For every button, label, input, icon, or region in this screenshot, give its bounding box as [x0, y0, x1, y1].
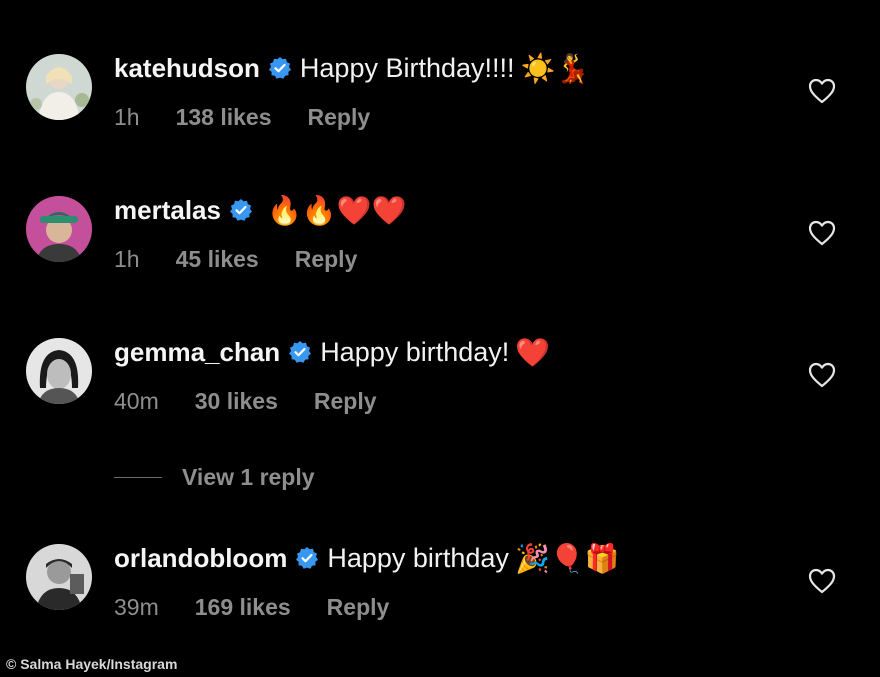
like-heart-icon[interactable]: [808, 568, 836, 594]
reply-button[interactable]: Reply: [295, 246, 358, 273]
comment-meta: 39m 169 likes Reply: [114, 594, 389, 621]
like-heart-icon[interactable]: [808, 362, 836, 388]
avatar[interactable]: [26, 54, 92, 120]
comment-time: 1h: [114, 246, 140, 272]
like-heart-icon[interactable]: [808, 78, 836, 104]
username[interactable]: orlandobloom: [114, 543, 287, 574]
verified-badge-icon: [268, 56, 292, 80]
username[interactable]: mertalas: [114, 195, 221, 226]
comment-emojis: ❤️: [515, 335, 551, 369]
photo-credit: © Salma Hayek/Instagram: [6, 656, 178, 672]
comment-time: 39m: [114, 594, 159, 620]
comment-time: 1h: [114, 104, 140, 130]
comment-item: orlandobloom Happy birthday 🎉🎈🎁 39m 169 …: [0, 536, 880, 656]
reply-button[interactable]: Reply: [327, 594, 390, 621]
comment-header: orlandobloom Happy birthday 🎉🎈🎁: [114, 538, 620, 578]
comment-emojis: 🎉🎈🎁: [514, 541, 620, 575]
comment-item: katehudson Happy Birthday!!!! ☀️💃 1h 138…: [0, 46, 880, 166]
avatar[interactable]: [26, 338, 92, 404]
reply-button[interactable]: Reply: [308, 104, 371, 131]
comment-header: mertalas 🔥🔥❤️❤️: [114, 190, 406, 230]
comment-text: Happy birthday!: [320, 336, 510, 367]
comment-text: Happy Birthday!!!!: [299, 52, 515, 83]
comment-emojis: ☀️💃: [520, 51, 591, 85]
comment-item: gemma_chan Happy birthday! ❤️ 40m 30 lik…: [0, 330, 880, 450]
username[interactable]: gemma_chan: [114, 337, 280, 368]
comment-header: katehudson Happy Birthday!!!! ☀️💃: [114, 48, 590, 88]
username[interactable]: katehudson: [114, 53, 260, 84]
like-heart-icon[interactable]: [808, 220, 836, 246]
comment-emojis: 🔥🔥❤️❤️: [266, 193, 407, 227]
verified-badge-icon: [295, 546, 319, 570]
likes-count[interactable]: 138 likes: [176, 104, 272, 131]
comment-meta: 1h 138 likes Reply: [114, 104, 370, 131]
verified-badge-icon: [288, 340, 312, 364]
reply-button[interactable]: Reply: [314, 388, 377, 415]
view-replies-button[interactable]: View 1 reply: [114, 464, 315, 491]
comment-header: gemma_chan Happy birthday! ❤️: [114, 332, 550, 372]
divider: [114, 477, 162, 478]
likes-count[interactable]: 169 likes: [195, 594, 291, 621]
comment-item: mertalas 🔥🔥❤️❤️ 1h 45 likes Reply: [0, 188, 880, 308]
comment-meta: 1h 45 likes Reply: [114, 246, 357, 273]
comment-text: Happy birthday: [327, 542, 509, 573]
comment-time: 40m: [114, 388, 159, 414]
verified-badge-icon: [229, 198, 253, 222]
likes-count[interactable]: 30 likes: [195, 388, 278, 415]
avatar[interactable]: [26, 196, 92, 262]
view-replies-label[interactable]: View 1 reply: [182, 464, 315, 491]
comment-meta: 40m 30 likes Reply: [114, 388, 377, 415]
likes-count[interactable]: 45 likes: [176, 246, 259, 273]
avatar[interactable]: [26, 544, 92, 610]
